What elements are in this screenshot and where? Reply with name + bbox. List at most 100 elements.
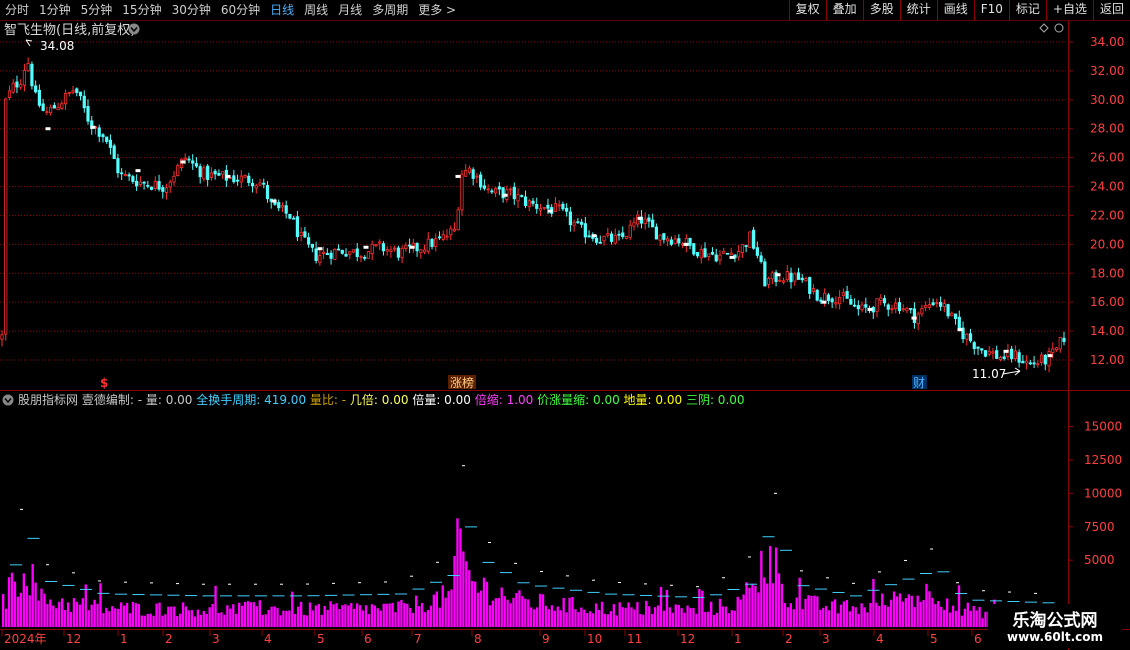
volume-bar: [320, 614, 323, 627]
price-tick-label: 30.00: [1090, 93, 1124, 107]
volume-bar: [459, 528, 462, 627]
candle-body: [486, 188, 490, 191]
price-tick-label: 26.00: [1090, 151, 1124, 165]
volume-bar: [111, 606, 114, 627]
candle-body: [587, 235, 591, 238]
doji-marker: [1047, 354, 1053, 358]
price-tick-label: 22.00: [1090, 208, 1124, 222]
candlestick: [243, 174, 247, 178]
volume-bar: [187, 610, 191, 627]
volume-bar: [426, 610, 430, 627]
volume-bar: [465, 561, 468, 627]
volume-bar: [887, 606, 890, 627]
volume-bar: [701, 590, 704, 627]
doji-marker: [409, 245, 415, 249]
candlestick: [882, 295, 887, 307]
candlestick: [389, 245, 393, 258]
volume-bar: [786, 607, 790, 627]
candlestick: [572, 219, 576, 232]
candle-body: [374, 244, 378, 247]
volume-bar: [642, 614, 645, 627]
candlestick: [434, 233, 438, 252]
candle-body: [516, 194, 520, 202]
legend-item: 几倍: 0.00: [350, 392, 412, 407]
volume-bar: [270, 606, 273, 627]
candlestick: [673, 235, 677, 245]
volume-bar: [571, 597, 574, 627]
candle-body: [288, 213, 292, 219]
volume-bar: [10, 572, 14, 627]
volume-bar: [966, 602, 969, 627]
candlestick: [157, 174, 161, 192]
volume-tick-label: 12500: [1084, 453, 1122, 467]
volume-bar: [943, 609, 946, 627]
volume-bar: [453, 555, 456, 627]
candlestick: [471, 167, 475, 186]
legend-item: 三阴: 0.00: [686, 393, 745, 407]
volume-bar: [494, 598, 497, 627]
candle-body: [965, 333, 969, 340]
candle-body: [194, 163, 199, 167]
candlestick: [718, 250, 722, 265]
volume-bar: [184, 606, 188, 627]
candlestick: [557, 200, 561, 211]
volume-bar: [565, 612, 568, 627]
candle-body: [609, 233, 614, 242]
candle-body: [482, 185, 486, 189]
doji-marker: [683, 242, 689, 246]
candlestick: [385, 246, 389, 256]
volume-bar: [137, 604, 141, 627]
candlestick: [1021, 354, 1025, 364]
volume-bar: [34, 582, 37, 627]
volume-bar: [533, 609, 536, 627]
candlestick: [340, 249, 344, 255]
candle-body: [112, 145, 116, 160]
volume-bar: [527, 599, 530, 627]
candle-body: [404, 244, 408, 249]
candle-body: [0, 334, 4, 340]
candlestick: [1032, 355, 1036, 369]
price-tick-label: 12.00: [1090, 353, 1124, 367]
volume-bar: [715, 612, 719, 627]
candlestick: [149, 186, 154, 191]
candle-body: [651, 219, 655, 228]
volume-bar: [760, 550, 763, 627]
candlestick: [576, 217, 580, 224]
volume-bar: [344, 604, 347, 627]
candle-body: [935, 302, 939, 304]
candlestick: [699, 245, 703, 264]
volume-bar: [240, 605, 244, 627]
volume-bar: [4, 608, 8, 627]
doji-marker: [271, 199, 277, 203]
volume-bar: [574, 609, 577, 627]
volume-bar: [954, 610, 958, 627]
kline-chart[interactable]: 34.00 32.00 30.00 28.00 26.00 24.00 22.00 20.00…: [0, 0, 1130, 650]
volume-bar: [518, 590, 521, 627]
candlestick: [329, 250, 333, 265]
candle-body: [707, 253, 711, 257]
candle-body: [138, 181, 142, 185]
candle-body: [886, 304, 890, 310]
volume-bar: [63, 609, 67, 627]
volume-bar: [382, 603, 385, 627]
volume-bar: [441, 585, 444, 627]
candle-body: [464, 169, 468, 177]
volume-bar: [984, 611, 987, 627]
candle-body: [594, 237, 599, 243]
candlestick: [348, 251, 352, 260]
candle-body: [725, 252, 730, 255]
candlestick: [946, 303, 950, 319]
candle-body: [284, 205, 288, 214]
volume-bar: [391, 602, 394, 627]
x-axis-label: 5: [930, 632, 938, 646]
candle-body: [673, 238, 677, 244]
volume-bar: [975, 610, 978, 627]
candlestick: [583, 217, 587, 244]
volume-bar: [795, 597, 798, 627]
candle-body: [1025, 360, 1029, 364]
volume-bar: [825, 606, 828, 627]
candle-body: [748, 231, 752, 248]
candlestick: [475, 173, 479, 184]
volume-bar: [468, 570, 471, 627]
candlestick: [725, 252, 730, 255]
